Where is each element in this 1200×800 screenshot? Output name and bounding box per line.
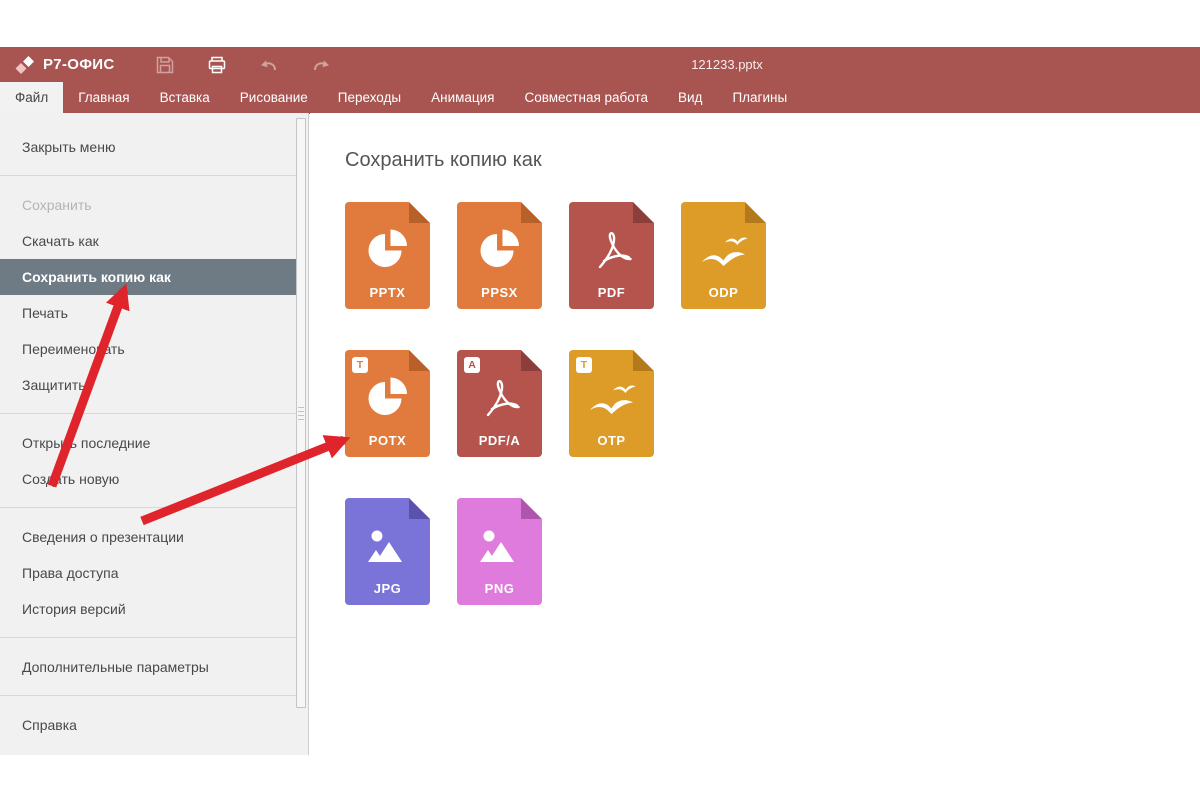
file-menu-list: Закрыть меню СохранитьСкачать какСохранит… [0, 129, 308, 743]
format-tile-jpg[interactable]: JPG [345, 498, 430, 605]
image-icon [364, 522, 412, 570]
ribbon-tab-bar: ФайлГлавнаяВставкаРисованиеПереходыАнима… [0, 82, 1200, 114]
scrollbar-grip-icon [298, 407, 304, 423]
gulls-icon [588, 374, 636, 422]
folded-corner-icon [409, 350, 430, 371]
format-label: JPG [345, 581, 430, 596]
folded-corner-icon [633, 202, 654, 223]
template-badge: T [576, 357, 592, 373]
format-tile-png[interactable]: PNG [457, 498, 542, 605]
menu-item-create-new[interactable]: Создать новую [0, 461, 296, 497]
menu-item-print[interactable]: Печать [0, 295, 296, 331]
template-badge: A [464, 357, 480, 373]
save-button[interactable] [152, 52, 178, 78]
gulls-icon [700, 226, 748, 274]
quick-access-toolbar [152, 47, 334, 82]
menu-item-download-as[interactable]: Скачать как [0, 223, 296, 259]
folded-corner-icon [409, 498, 430, 519]
format-tile-pdf[interactable]: PDF [569, 202, 654, 309]
menu-divider [0, 507, 296, 508]
tab-animation[interactable]: Анимация [416, 82, 509, 113]
format-label: ODP [681, 285, 766, 300]
tab-draw[interactable]: Рисование [225, 82, 323, 113]
menu-item-open-recent[interactable]: Открыть последние [0, 425, 296, 461]
folded-corner-icon [409, 202, 430, 223]
menu-item-access-rights[interactable]: Права доступа [0, 555, 296, 591]
pie-chart-icon [476, 226, 524, 274]
menu-item-rename[interactable]: Переименовать [0, 331, 296, 367]
pie-chart-icon [364, 226, 412, 274]
app-logo: Р7-ОФИС [14, 47, 115, 82]
tab-home[interactable]: Главная [63, 82, 144, 113]
menu-divider [0, 175, 296, 176]
template-badge: T [352, 357, 368, 373]
menu-item-save[interactable]: Сохранить [0, 187, 296, 223]
folded-corner-icon [521, 202, 542, 223]
tab-plugins[interactable]: Плагины [717, 82, 802, 113]
format-label: PNG [457, 581, 542, 596]
folded-corner-icon [521, 498, 542, 519]
brand-diamonds-icon [14, 55, 36, 75]
tab-view[interactable]: Вид [663, 82, 717, 113]
tab-collaboration[interactable]: Совместная работа [509, 82, 663, 113]
format-tile-pdf-a[interactable]: A PDF/A [457, 350, 542, 457]
format-tile-ppsx[interactable]: PPSX [457, 202, 542, 309]
folded-corner-icon [633, 350, 654, 371]
format-tile-potx[interactable]: T POTX [345, 350, 430, 457]
format-tile-otp[interactable]: T OTP [569, 350, 654, 457]
menu-divider [0, 413, 296, 414]
format-label: PPSX [457, 285, 542, 300]
format-tile-pptx[interactable]: PPTX [345, 202, 430, 309]
format-tile-odp[interactable]: ODP [681, 202, 766, 309]
format-label: PPTX [345, 285, 430, 300]
tab-insert[interactable]: Вставка [145, 82, 225, 113]
undo-icon [258, 54, 280, 76]
save-icon [154, 54, 176, 76]
menu-divider [0, 695, 296, 696]
print-button[interactable] [204, 52, 230, 78]
menu-divider [0, 637, 296, 638]
sidebar-scrollbar[interactable] [296, 118, 306, 708]
tab-transitions[interactable]: Переходы [323, 82, 416, 113]
document-title: 121233.pptx [627, 47, 827, 82]
top-bar: Р7-ОФИС 121233.pptx [0, 47, 1200, 82]
save-copy-panel: Сохранить копию как PPTX PPSX PDF ODP T POTX A… [310, 113, 1200, 755]
format-label: OTP [569, 433, 654, 448]
acrobat-icon [588, 226, 636, 274]
panel-title: Сохранить копию как [345, 149, 542, 172]
menu-item-version-history[interactable]: История версий [0, 591, 296, 627]
folded-corner-icon [745, 202, 766, 223]
undo-button[interactable] [256, 52, 282, 78]
format-label: PDF [569, 285, 654, 300]
file-menu-panel: Закрыть меню СохранитьСкачать какСохранит… [0, 113, 309, 755]
print-icon [206, 54, 228, 76]
redo-button[interactable] [308, 52, 334, 78]
app-window: Р7-ОФИС 121233.pptx ФайлГлавнаяВставкаРи… [0, 47, 1200, 755]
menu-item-protect[interactable]: Защитить [0, 367, 296, 403]
menu-item-presentation-info[interactable]: Сведения о презентации [0, 519, 296, 555]
brand-name: Р7-ОФИС [43, 56, 115, 73]
tab-file[interactable]: Файл [0, 82, 63, 113]
image-icon [476, 522, 524, 570]
folded-corner-icon [521, 350, 542, 371]
acrobat-icon [476, 374, 524, 422]
menu-item-close-menu[interactable]: Закрыть меню [0, 129, 296, 165]
format-label: POTX [345, 433, 430, 448]
redo-icon [310, 54, 332, 76]
format-label: PDF/A [457, 433, 542, 448]
menu-item-advanced-settings[interactable]: Дополнительные параметры [0, 649, 296, 685]
pie-chart-icon [364, 374, 412, 422]
menu-item-save-copy-as[interactable]: Сохранить копию как [0, 259, 296, 295]
menu-item-help[interactable]: Справка [0, 707, 296, 743]
